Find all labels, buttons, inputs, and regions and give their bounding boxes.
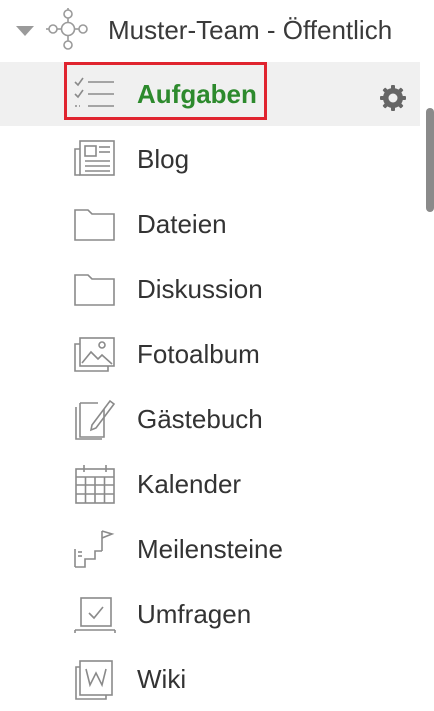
tool-item-label: Meilensteine <box>137 534 283 564</box>
tool-item-label: Fotoalbum <box>137 339 260 369</box>
newspaper-icon <box>74 140 115 176</box>
tool-item-kalender[interactable]: Kalender <box>0 452 420 516</box>
guestbook-pencil-icon <box>75 399 116 440</box>
tool-item-dateien[interactable]: Dateien <box>0 192 420 256</box>
poll-checkbox-icon <box>74 597 116 633</box>
milestones-flag-icon <box>74 530 115 568</box>
tool-item-fotoalbum[interactable]: Fotoalbum <box>0 322 420 386</box>
tasks-checklist-icon <box>74 77 114 107</box>
tree-node-team[interactable]: Muster-Team - Öffentlich <box>0 0 434 62</box>
wiki-book-icon <box>75 660 113 700</box>
tool-item-label: Dateien <box>137 209 227 239</box>
team-network-icon <box>46 8 88 50</box>
team-label: Muster-Team - Öffentlich <box>108 15 393 45</box>
tool-item-diskussion[interactable]: Diskussion <box>0 257 420 321</box>
tool-item-wiki[interactable]: Wiki <box>0 647 420 711</box>
tool-item-blog[interactable]: Blog <box>0 127 420 191</box>
tool-item-label: Aufgaben <box>137 79 257 109</box>
tool-item-umfragen[interactable]: Umfragen <box>0 582 420 646</box>
folder-icon <box>74 274 115 306</box>
tool-item-gaestebuch[interactable]: Gästebuch <box>0 387 420 451</box>
tool-item-label: Wiki <box>137 664 187 694</box>
tool-item-label: Diskussion <box>137 274 263 304</box>
tool-item-label: Kalender <box>137 469 242 499</box>
tool-item-label: Umfragen <box>137 599 252 629</box>
tool-item-meilensteine[interactable]: Meilensteine <box>0 517 420 581</box>
folder-icon <box>74 209 115 241</box>
caret-down-icon[interactable] <box>16 26 34 36</box>
scrollbar-thumb[interactable] <box>426 108 434 212</box>
tool-item-aufgaben[interactable]: Aufgaben <box>0 62 420 126</box>
gear-icon[interactable] <box>378 83 408 113</box>
tool-item-label: Blog <box>137 144 190 174</box>
photo-icon <box>74 337 115 372</box>
tool-item-label: Gästebuch <box>137 404 263 434</box>
calendar-icon <box>75 465 115 504</box>
